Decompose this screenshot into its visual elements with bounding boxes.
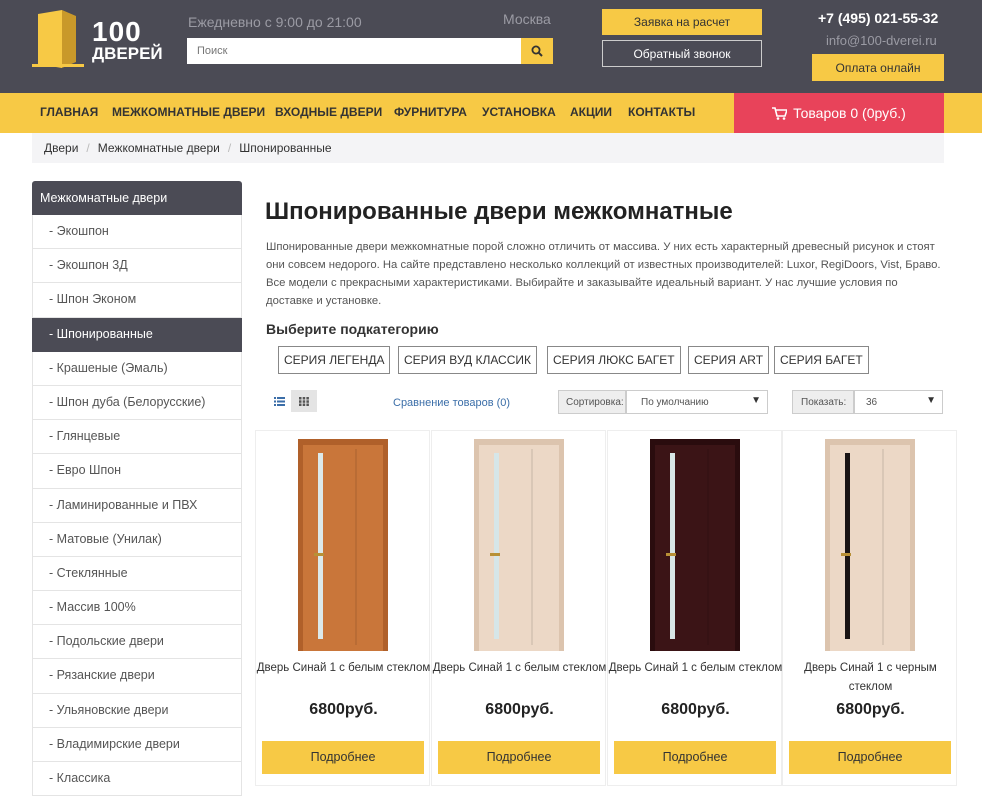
product-name[interactable]: Дверь Синай 1 с белым стеклом [608, 659, 783, 678]
nav-item-interior-doors[interactable]: МЕЖКОМНАТНЫЕ ДВЕРИ [112, 105, 265, 119]
city-select[interactable]: Москва [503, 11, 551, 27]
product-price: 6800руб. [485, 701, 554, 718]
search-button[interactable] [521, 38, 553, 64]
details-button[interactable]: Подробнее [614, 741, 776, 774]
sidebar-item[interactable]: - Подольские двери [32, 625, 242, 660]
cart-label: Товаров 0 (0руб.) [793, 105, 906, 121]
product-card[interactable]: Дверь Синай 1 с белым стеклом 6800руб. Под… [431, 430, 606, 786]
breadcrumb-item[interactable]: Межкомнатные двери [98, 141, 220, 155]
cart-icon [772, 106, 788, 120]
request-button[interactable]: Заявка на расчет [602, 9, 762, 35]
breadcrumb: Двери / Межкомнатные двери / Шпонированн… [32, 133, 944, 163]
dropdown-caret-icon: ▼ [926, 395, 936, 406]
subcategory-chip[interactable]: СЕРИЯ ЛЮКС БАГЕТ [547, 346, 681, 374]
sort-select[interactable]: По умолчанию ▼ [626, 390, 768, 414]
product-image[interactable] [650, 439, 740, 651]
breadcrumb-separator: / [86, 141, 90, 155]
dropdown-caret-icon: ▼ [751, 395, 761, 406]
pay-online-button[interactable]: Оплата онлайн [812, 54, 944, 81]
nav-item-hardware[interactable]: ФУРНИТУРА [394, 105, 467, 119]
product-card[interactable]: Дверь Синай 1 с белым стеклом 6800руб. Под… [607, 430, 782, 786]
sort-label: Сортировка: [558, 390, 626, 414]
product-card[interactable]: Дверь Синай 1 с белым стеклом 6800руб. Под… [255, 430, 430, 786]
list-icon [273, 396, 285, 406]
show-count-select[interactable]: 36 ▼ [854, 390, 943, 414]
search-icon [531, 45, 543, 57]
sidebar-item[interactable]: - Шпон дуба (Белорусские) [32, 385, 242, 421]
subcategory-chip[interactable]: СЕРИЯ БАГЕТ [774, 346, 869, 374]
product-price: 6800руб. [309, 701, 378, 718]
door-logo-icon [32, 10, 84, 68]
details-button[interactable]: Подробнее [262, 741, 424, 774]
product-price: 6800руб. [661, 701, 730, 718]
nav-item-contacts[interactable]: КОНТАКТЫ [628, 105, 695, 119]
breadcrumb-item[interactable]: Двери [44, 141, 78, 155]
page-title: Шпонированные двери межкомнатные [265, 198, 733, 225]
compare-link[interactable]: Сравнение товаров (0) [393, 397, 510, 409]
product-card[interactable]: Дверь Синай 1 с черным стеклом 6800руб. По… [782, 430, 957, 786]
sidebar-item[interactable]: - Шпонированные [32, 317, 242, 352]
sidebar-item[interactable]: - Крашеные (Эмаль) [32, 351, 242, 386]
sidebar-item[interactable]: - Стеклянные [32, 556, 242, 592]
search-input[interactable] [187, 38, 521, 64]
breadcrumb-separator: / [227, 141, 232, 155]
sidebar-item[interactable]: - Евро Шпон [32, 454, 242, 489]
sidebar-item[interactable]: - Массив 100% [32, 591, 242, 626]
subcategory-chip[interactable]: СЕРИЯ ЛЕГЕНДА [278, 346, 391, 374]
details-button[interactable]: Подробнее [789, 741, 951, 774]
grid-icon [299, 396, 309, 406]
sidebar-item[interactable]: - Экошпон 3Д [32, 249, 242, 284]
product-name[interactable]: Дверь Синай 1 с белым стеклом [256, 659, 431, 678]
product-name[interactable]: Дверь Синай 1 с черным стеклом [783, 659, 958, 697]
sidebar-item[interactable]: - Ламинированные и ПВХ [32, 488, 242, 523]
callback-button[interactable]: Обратный звонок [602, 40, 762, 67]
logo-word: ДВЕРЕЙ [92, 44, 163, 63]
subcategory-chip[interactable]: СЕРИЯ ART [688, 346, 770, 374]
sidebar-menu: - Экошпон - Экошпон 3Д - Шпон Эконом - Шпон… [32, 215, 242, 796]
breadcrumb-current: Шпонированные [239, 141, 332, 155]
show-count-value: 36 [866, 397, 878, 408]
sidebar-item[interactable]: - Классика [32, 762, 242, 796]
product-name[interactable]: Дверь Синай 1 с белым стеклом [432, 659, 607, 678]
nav-item-home[interactable]: ГЛАВНАЯ [40, 105, 98, 119]
product-image[interactable] [298, 439, 388, 651]
sidebar-item[interactable]: - Ульяновские двери [32, 693, 242, 728]
nav-item-entrance-doors[interactable]: ВХОДНЫЕ ДВЕРИ [275, 105, 382, 119]
list-view-button[interactable] [266, 390, 292, 412]
product-image[interactable] [474, 439, 564, 651]
sidebar-item[interactable]: - Рязанские двери [32, 659, 242, 694]
sidebar-item[interactable]: - Матовые (Унилак) [32, 522, 242, 557]
email-link[interactable]: info@100-dverei.ru [826, 33, 937, 48]
nav-item-installation[interactable]: УСТАНОВКА [482, 105, 556, 119]
sidebar-item[interactable]: - Глянцевые [32, 420, 242, 455]
sort-value: По умолчанию [641, 397, 709, 408]
sidebar-item[interactable]: - Владимирские двери [32, 727, 242, 762]
cart-button[interactable]: Товаров 0 (0руб.) [734, 93, 944, 133]
logo[interactable]: 100 ДВЕРЕЙ [32, 10, 163, 68]
phone-number[interactable]: +7 (495) 021-55-32 [818, 10, 938, 26]
product-price: 6800руб. [836, 701, 905, 718]
subcategory-chip[interactable]: СЕРИЯ ВУД КЛАССИК [398, 346, 538, 374]
grid-view-button[interactable] [291, 390, 317, 412]
product-image[interactable] [825, 439, 915, 651]
working-hours: Ежедневно с 9:00 до 21:00 [188, 14, 362, 30]
details-button[interactable]: Подробнее [438, 741, 600, 774]
sidebar-item[interactable]: - Шпон Эконом [32, 283, 242, 318]
category-description: Шпонированные двери межкомнатные порой с… [266, 241, 941, 307]
sidebar-item[interactable]: - Экошпон [32, 215, 242, 250]
nav-item-sales[interactable]: АКЦИИ [570, 105, 612, 119]
subcategory-heading: Выберите подкатегорию [266, 321, 439, 337]
show-label: Показать: [792, 390, 854, 414]
sidebar-title[interactable]: Межкомнатные двери [32, 181, 242, 215]
